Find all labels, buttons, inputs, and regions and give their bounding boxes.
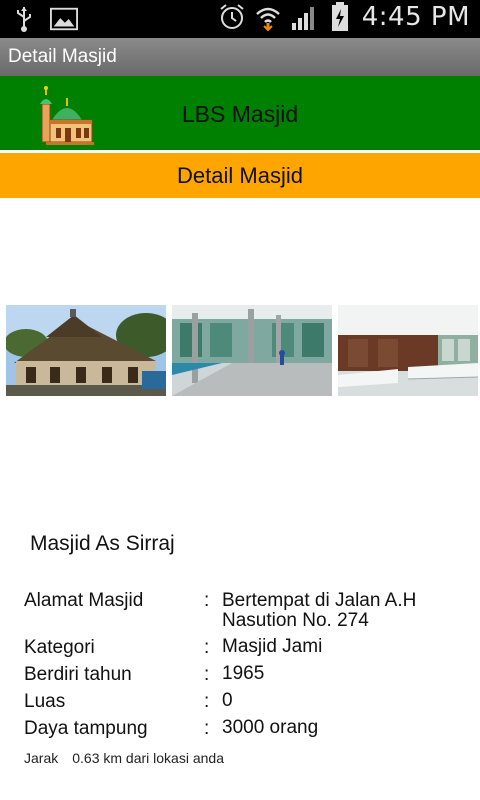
- distance-label: Jarak: [24, 750, 59, 766]
- detail-label: Alamat Masjid: [24, 590, 144, 611]
- detail-separator: :: [204, 590, 210, 611]
- section-title: Detail Masjid: [0, 153, 480, 198]
- app-title-bar: Detail Masjid: [0, 38, 480, 76]
- distance-note: Jarak 0.63 km dari lokasi anda: [24, 750, 238, 766]
- mosque-exterior-photo[interactable]: [6, 305, 166, 396]
- status-time: 4:45 PM: [361, 2, 470, 32]
- detail-row-area: Luas : 0: [24, 691, 464, 718]
- alarm-icon: [218, 2, 246, 32]
- app-name: LBS Masjid: [181, 101, 299, 127]
- image-icon: [50, 4, 78, 34]
- detail-row-address: Alamat Masjid : Bertempat di Jalan A.H N…: [24, 590, 464, 637]
- detail-row-capacity: Daya tampung : 3000 orang: [24, 718, 464, 745]
- usb-icon: [10, 4, 38, 34]
- detail-separator: :: [204, 664, 210, 685]
- status-right-icons: 4:45 PM: [218, 2, 470, 32]
- mosque-details: Alamat Masjid : Bertempat di Jalan A.H N…: [24, 590, 464, 745]
- detail-row-category: Kategori : Masjid Jami: [24, 637, 464, 664]
- photo-gallery: [6, 305, 478, 396]
- signal-icon: [290, 2, 318, 32]
- mosque-veranda-photo[interactable]: [172, 305, 332, 396]
- status-left-icons: [10, 4, 78, 34]
- wifi-icon: [254, 2, 282, 32]
- distance-value: 0.63 km dari lokasi anda: [72, 750, 224, 766]
- detail-label: Berdiri tahun: [24, 664, 132, 685]
- detail-separator: :: [204, 691, 210, 712]
- detail-value: 3000 orang: [222, 717, 319, 738]
- battery-charging-icon: [326, 2, 354, 32]
- detail-value: Masjid Jami: [222, 636, 323, 657]
- status-bar: 4:45 PM: [0, 0, 480, 38]
- detail-separator: :: [204, 718, 210, 739]
- detail-value: Bertempat di Jalan A.H Nasution No. 274: [222, 590, 417, 631]
- detail-value: 1965: [222, 663, 265, 684]
- mosque-interior-photo[interactable]: [338, 305, 478, 396]
- detail-separator: :: [204, 637, 210, 658]
- detail-row-year: Berdiri tahun : 1965: [24, 664, 464, 691]
- detail-label: Kategori: [24, 637, 95, 658]
- detail-label: Daya tampung: [24, 718, 148, 739]
- app-header: LBS Masjid: [0, 76, 480, 150]
- detail-label: Luas: [24, 691, 66, 712]
- mosque-name: Masjid As Sirraj: [30, 532, 175, 555]
- detail-value: 0: [222, 690, 233, 711]
